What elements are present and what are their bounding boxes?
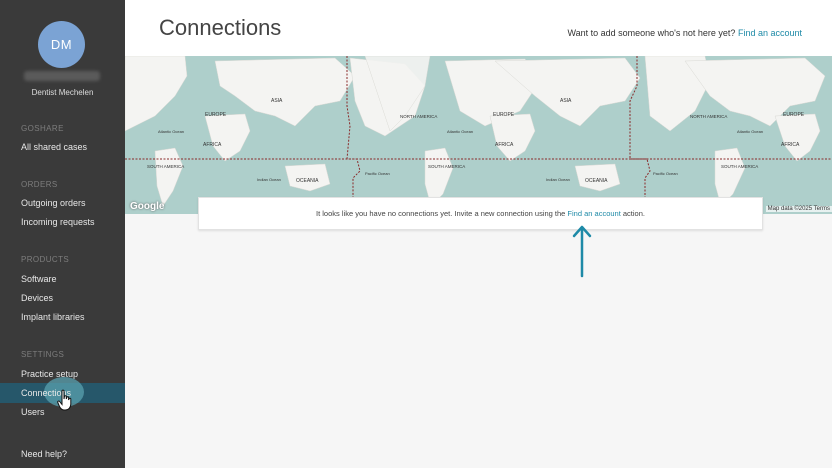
map-attribution[interactable]: Map data ©2025 Terms (765, 206, 832, 212)
up-arrow-icon (572, 225, 592, 278)
map-label-asia: ASIA (271, 98, 283, 104)
section-settings: SETTINGS (21, 350, 65, 359)
sidebar: DM Dentist Mechelen GOSHARE All shared c… (0, 0, 125, 468)
sidebar-item-outgoing-orders[interactable]: Outgoing orders (21, 198, 86, 208)
map-label-africa: AFRICA (203, 142, 222, 148)
no-connections-notice: It looks like you have no connections ye… (198, 197, 763, 230)
sidebar-item-software[interactable]: Software (21, 274, 57, 284)
map-label-europe: EUROPE (205, 112, 227, 118)
header-prompt: Want to add someone who's not here yet? … (567, 28, 802, 38)
avatar-initials: DM (50, 37, 73, 52)
main-content: Connections Want to add someone who's no… (125, 0, 832, 468)
section-products: PRODUCTS (21, 255, 70, 264)
map-label-south-america-3: SOUTH AMERICA (721, 164, 758, 169)
map-label-indian: Indian Ocean (257, 177, 281, 182)
header-prompt-text: Want to add someone who's not here yet? (567, 28, 736, 38)
map-label-oceania-2: OCEANIA (585, 178, 608, 184)
world-map[interactable]: ASIA EUROPE AFRICA Atlantic Ocean SOUTH … (125, 56, 832, 214)
sidebar-item-incoming-requests[interactable]: Incoming requests (21, 217, 95, 227)
section-orders: ORDERS (21, 180, 58, 189)
find-account-link[interactable]: Find an account (738, 28, 802, 38)
need-help-link[interactable]: Need help? (21, 449, 67, 459)
user-email-blurred (24, 71, 100, 81)
sidebar-item-implant-libraries[interactable]: Implant libraries (21, 312, 85, 322)
map-label-africa-2: AFRICA (495, 142, 514, 148)
map-label-africa-3: AFRICA (781, 142, 800, 148)
notice-text-after: action. (620, 209, 645, 218)
page-header: Connections Want to add someone who's no… (125, 0, 832, 56)
map-label-asia-2: ASIA (560, 98, 572, 104)
map-label-south-america-2: SOUTH AMERICA (428, 164, 465, 169)
sidebar-item-all-shared-cases[interactable]: All shared cases (21, 142, 87, 152)
map-graphic: ASIA EUROPE AFRICA Atlantic Ocean SOUTH … (125, 56, 832, 214)
map-label-oceania: OCEANIA (296, 178, 319, 184)
section-goshare: GOSHARE (21, 124, 64, 133)
map-label-north-america-2: NORTH AMERICA (690, 114, 727, 119)
map-label-north-america: NORTH AMERICA (400, 114, 437, 119)
notice-text-before: It looks like you have no connections ye… (316, 209, 568, 218)
user-name: Dentist Mechelen (31, 88, 94, 97)
map-label-atlantic-2: Atlantic Ocean (447, 129, 473, 134)
map-label-atlantic: Atlantic Ocean (158, 129, 184, 134)
map-label-europe-3: EUROPE (783, 112, 805, 118)
notice-find-account-link[interactable]: Find an account (567, 209, 620, 218)
sidebar-item-devices[interactable]: Devices (21, 293, 53, 303)
map-label-europe-2: EUROPE (493, 112, 515, 118)
hand-cursor-icon (57, 389, 72, 411)
map-label-indian-2: Indian Ocean (546, 177, 570, 182)
page-title: Connections (159, 15, 282, 40)
google-logo: Google (130, 201, 165, 212)
avatar[interactable]: DM (38, 21, 85, 68)
map-label-atlantic-3: Atlantic Ocean (737, 129, 763, 134)
sidebar-item-users[interactable]: Users (21, 407, 45, 417)
map-label-pacific: Pacific Ocean (365, 171, 390, 176)
map-label-south-america: SOUTH AMERICA (147, 164, 184, 169)
map-label-pacific-2: Pacific Ocean (653, 171, 678, 176)
